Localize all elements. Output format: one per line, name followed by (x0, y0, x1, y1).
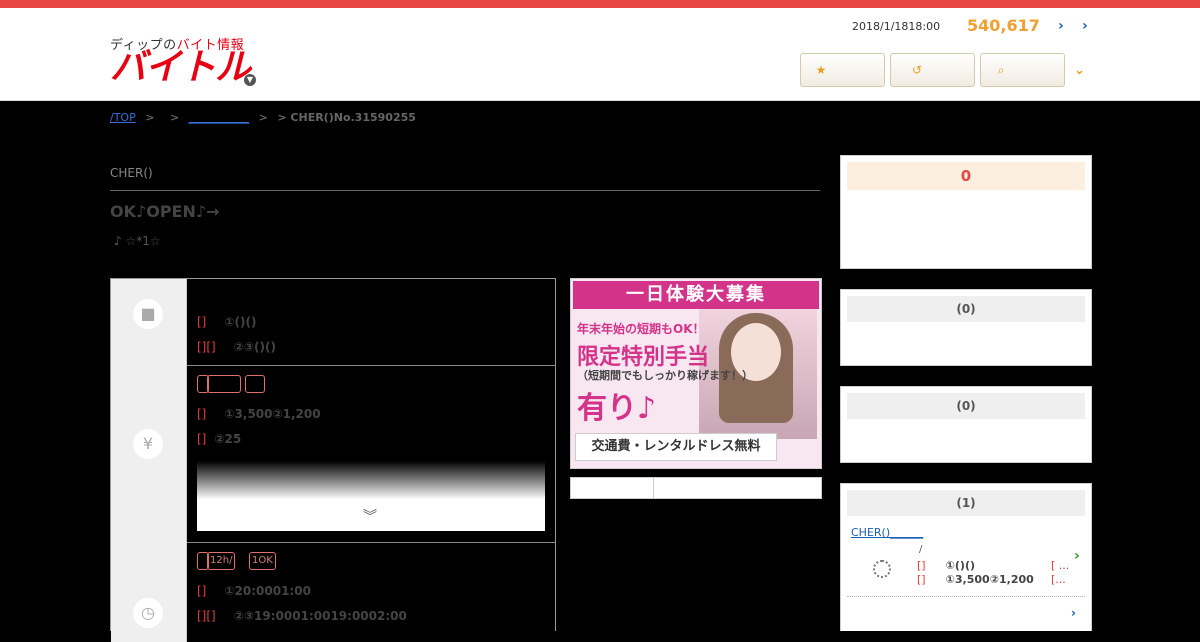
search-icon: ⌕ (997, 63, 1005, 77)
occupation-value: ②③()() (233, 340, 276, 354)
occupation-line-1: [] ①()() (197, 315, 256, 329)
favorites-separator (847, 596, 1085, 598)
hours-tag: [][] (197, 609, 216, 623)
title-divider (110, 190, 820, 191)
occupation-value: ①()() (224, 315, 257, 329)
star-icon: ★ (815, 63, 827, 77)
favorite-job-line-1: [] ①()() (917, 559, 975, 572)
salary-line-1: [] ①3,500②1,200 (197, 407, 321, 421)
header-link-1[interactable]: › (1058, 18, 1064, 34)
chevron-down-icon[interactable]: ▼ (244, 74, 256, 86)
occupation-line-2: [][] ②③()() (197, 340, 276, 354)
salary-details-collapsed: ︾ (197, 461, 545, 531)
sidebar-card-3: (0) (840, 386, 1092, 463)
clock-icon: ◷ (133, 598, 163, 628)
sidebar-card-4-header: (1) (847, 490, 1085, 516)
top-accent-bar (0, 0, 1200, 8)
sidebar-card-favorites: (1) CHER()______ / [] ①()() [] ①3,500②1,20… (840, 483, 1092, 631)
breadcrumb-category-link[interactable]: ___________ (189, 111, 250, 124)
image-tabs (570, 477, 822, 499)
history-button[interactable]: ↺ (890, 53, 975, 87)
favorite-value: ①3,500②1,200 (945, 573, 1034, 586)
yen-icon: ¥ (133, 429, 163, 459)
banner-headline: 一日体験大募集 (573, 281, 819, 309)
breadcrumb-separator: > (169, 111, 180, 124)
chevron-down-icon[interactable]: ⌄ (1074, 63, 1085, 78)
feature-badge: 1OK (249, 552, 276, 570)
job-row-salary: ¥ [] ①3,500②1,200 [] ②25 ︾ (111, 365, 555, 543)
hours-line-1: [] ①20:0001:00 (197, 584, 311, 598)
more-favorites-link[interactable]: › (1071, 606, 1076, 620)
salary-value: ①3,500②1,200 (224, 407, 321, 421)
site-header: ディップのバイト情報 バイトル ▼ 2018/1/1818:00 540,617… (0, 8, 1200, 101)
expand-chevron-icon[interactable]: ︾ (363, 506, 377, 526)
sidebar-card-2-header: (0) (847, 296, 1085, 322)
occupation-tag: [][] (197, 340, 216, 354)
sidebar-card-1: 0 (840, 155, 1092, 269)
hours-line-2: [][] ②③19:0001:0019:0002:00 (197, 609, 407, 623)
job-row-occupation: ■ [] ①()() [][] ②③()() (111, 279, 555, 366)
banner-text-4: 有り♪ (577, 391, 657, 426)
salary-tag: [] (197, 407, 207, 421)
row-icon-column: ■ (111, 279, 187, 365)
favorite-job-meta: / (919, 544, 923, 555)
site-logo[interactable]: バイトル (110, 48, 251, 88)
update-date: 2018/1/1818:00 (852, 20, 941, 33)
favorites-button[interactable]: ★ (800, 53, 885, 87)
breadcrumb-separator: > (258, 111, 268, 124)
hours-tag: [] (197, 584, 207, 598)
row-icon-column: ◷ (111, 542, 187, 642)
favorite-job-link[interactable]: CHER()______ (851, 526, 923, 539)
breadcrumb-top-link[interactable]: /TOP (110, 111, 136, 124)
job-row-hours: ◷ 12h/ 1OK [] ①20:0001:00 [][] ②③19:0001:0… (111, 542, 555, 642)
breadcrumb: /TOP > > ___________ > > CHER()No.315902… (110, 111, 416, 124)
salary-value: ②25 (214, 432, 242, 446)
hours-value: ②③19:0001:0019:0002:00 (233, 609, 407, 623)
favorite-job-extra-2: [... (1051, 573, 1066, 586)
job-count: 540,617 (967, 16, 1040, 35)
briefcase-icon: ■ (133, 299, 163, 329)
tab-1[interactable] (571, 478, 654, 498)
promo-banner[interactable]: 一日体験大募集 年末年始の短期もOK！ 限定特別手当 （短期間でもしっかり稼げま… (570, 278, 822, 469)
shop-name: CHER() (110, 166, 153, 180)
history-icon: ↺ (911, 63, 923, 77)
favorite-tag: [] (917, 559, 926, 572)
feature-badge (207, 375, 241, 393)
row-icon-column: ¥ (111, 365, 187, 542)
banner-footer: 交通費・レンタルドレス無料 (575, 433, 777, 461)
job-catchcopy: ♪ ☆*1☆ (114, 234, 161, 248)
feature-badge: 12h/ (207, 552, 236, 570)
salary-tag: [] (197, 432, 207, 446)
favorite-tag: [] (917, 573, 926, 586)
job-title: OK♪OPEN♪→ (110, 202, 220, 221)
chevron-right-icon[interactable]: › (1074, 548, 1080, 564)
favorite-job-line-2: [] ①3,500②1,200 (917, 573, 1034, 586)
job-info-table: ■ [] ①()() [][] ②③()() ¥ [] ①3,500②1,200 []… (110, 278, 556, 642)
banner-text-1: 年末年始の短期もOK！ (577, 322, 705, 336)
salary-line-2: [] ②25 (197, 432, 241, 446)
sidebar-card-2: (0) (840, 289, 1092, 366)
favorite-value: ①()() (945, 559, 976, 572)
breadcrumb-current: > CHER()No.31590255 (277, 111, 416, 124)
sidebar-card-3-header: (0) (847, 393, 1085, 419)
hours-value: ①20:0001:00 (224, 584, 311, 598)
loading-spinner-icon (873, 560, 891, 578)
breadcrumb-separator: > (145, 111, 155, 124)
header-link-2[interactable]: › (1082, 18, 1088, 34)
sidebar-card-1-header: 0 (847, 162, 1085, 190)
favorite-job-extra-1: [ ... (1051, 559, 1070, 572)
feature-badge (245, 375, 265, 393)
banner-text-3: （短期間でもしっかり稼げます！） (577, 369, 753, 382)
saved-search-button[interactable]: ⌕ (980, 53, 1065, 87)
occupation-tag: [] (197, 315, 207, 329)
